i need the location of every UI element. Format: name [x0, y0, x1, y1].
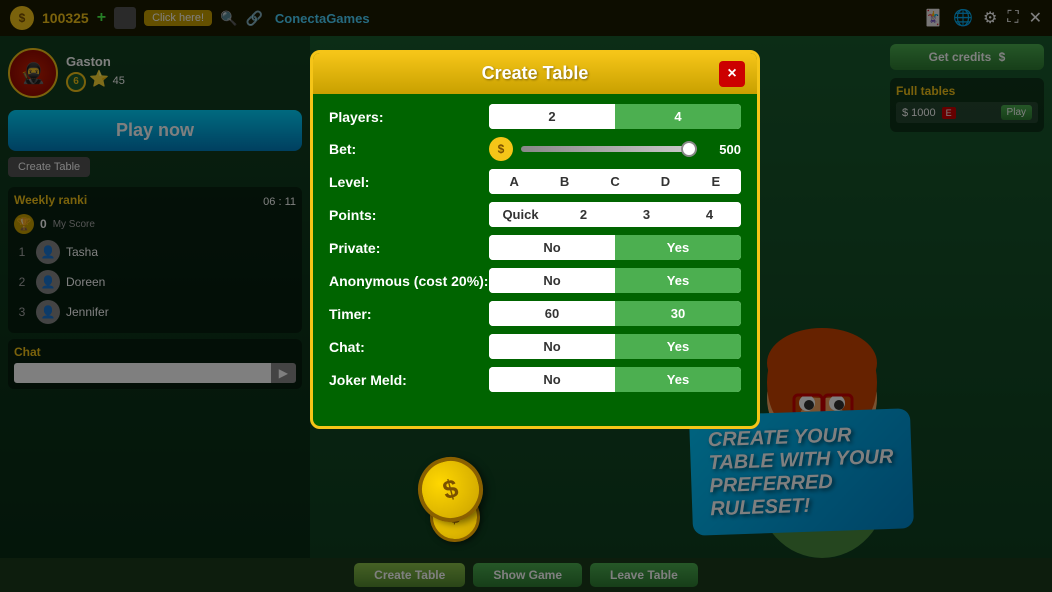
private-option-no[interactable]: No	[489, 235, 615, 260]
bet-value: 500	[705, 142, 741, 157]
create-table-modal: Create Table × Players: 2 4 Bet: $ 500 L	[310, 50, 760, 429]
private-label: Private:	[329, 240, 489, 256]
level-option-a[interactable]: A	[489, 169, 539, 194]
level-label: Level:	[329, 174, 489, 190]
modal-close-button[interactable]: ×	[719, 61, 745, 87]
points-toggle-group: Quick 2 3 4	[489, 202, 741, 227]
players-option-2[interactable]: 2	[489, 104, 615, 129]
private-row: Private: No Yes	[329, 235, 741, 260]
anonymous-option-yes[interactable]: Yes	[615, 268, 741, 293]
points-option-4[interactable]: 4	[678, 202, 741, 227]
points-row: Points: Quick 2 3 4	[329, 202, 741, 227]
chat-toggle-group: No Yes	[489, 334, 741, 359]
players-toggle-group: 2 4	[489, 104, 741, 129]
level-toggle-group: A B C D E	[489, 169, 741, 194]
joker-meld-option-yes[interactable]: Yes	[615, 367, 741, 392]
timer-row: Timer: 60 30	[329, 301, 741, 326]
chat-field-label: Chat:	[329, 339, 489, 355]
anonymous-row: Anonymous (cost 20%): No Yes	[329, 268, 741, 293]
anonymous-toggle-group: No Yes	[489, 268, 741, 293]
joker-meld-toggle-group: No Yes	[489, 367, 741, 392]
modal-header: Create Table ×	[313, 53, 757, 94]
points-option-2[interactable]: 2	[552, 202, 615, 227]
level-option-c[interactable]: C	[590, 169, 640, 194]
timer-toggle-group: 60 30	[489, 301, 741, 326]
level-option-b[interactable]: B	[539, 169, 589, 194]
chat-option-yes[interactable]: Yes	[615, 334, 741, 359]
level-option-d[interactable]: D	[640, 169, 690, 194]
joker-meld-label: Joker Meld:	[329, 372, 489, 388]
private-option-yes[interactable]: Yes	[615, 235, 741, 260]
players-row: Players: 2 4	[329, 104, 741, 129]
timer-option-30[interactable]: 30	[615, 301, 741, 326]
points-option-quick[interactable]: Quick	[489, 202, 552, 227]
bet-coin-icon: $	[489, 137, 513, 161]
modal-title: Create Table	[482, 63, 589, 84]
points-option-3[interactable]: 3	[615, 202, 678, 227]
joker-meld-option-no[interactable]: No	[489, 367, 615, 392]
chat-option-no[interactable]: No	[489, 334, 615, 359]
anonymous-option-no[interactable]: No	[489, 268, 615, 293]
joker-meld-row: Joker Meld: No Yes	[329, 367, 741, 392]
bet-row: Bet: $ 500	[329, 137, 741, 161]
modal-body: Players: 2 4 Bet: $ 500 Level: A B C	[313, 94, 757, 410]
level-option-e[interactable]: E	[691, 169, 741, 194]
anonymous-label: Anonymous (cost 20%):	[329, 273, 489, 289]
chat-row: Chat: No Yes	[329, 334, 741, 359]
slider-thumb[interactable]	[681, 141, 697, 157]
timer-label: Timer:	[329, 306, 489, 322]
players-option-4[interactable]: 4	[615, 104, 741, 129]
bet-slider-container: $ 500	[489, 137, 741, 161]
private-toggle-group: No Yes	[489, 235, 741, 260]
timer-option-60[interactable]: 60	[489, 301, 615, 326]
level-row: Level: A B C D E	[329, 169, 741, 194]
bet-slider[interactable]	[521, 146, 697, 152]
players-label: Players:	[329, 109, 489, 125]
bet-label: Bet:	[329, 141, 489, 157]
points-label: Points:	[329, 207, 489, 223]
